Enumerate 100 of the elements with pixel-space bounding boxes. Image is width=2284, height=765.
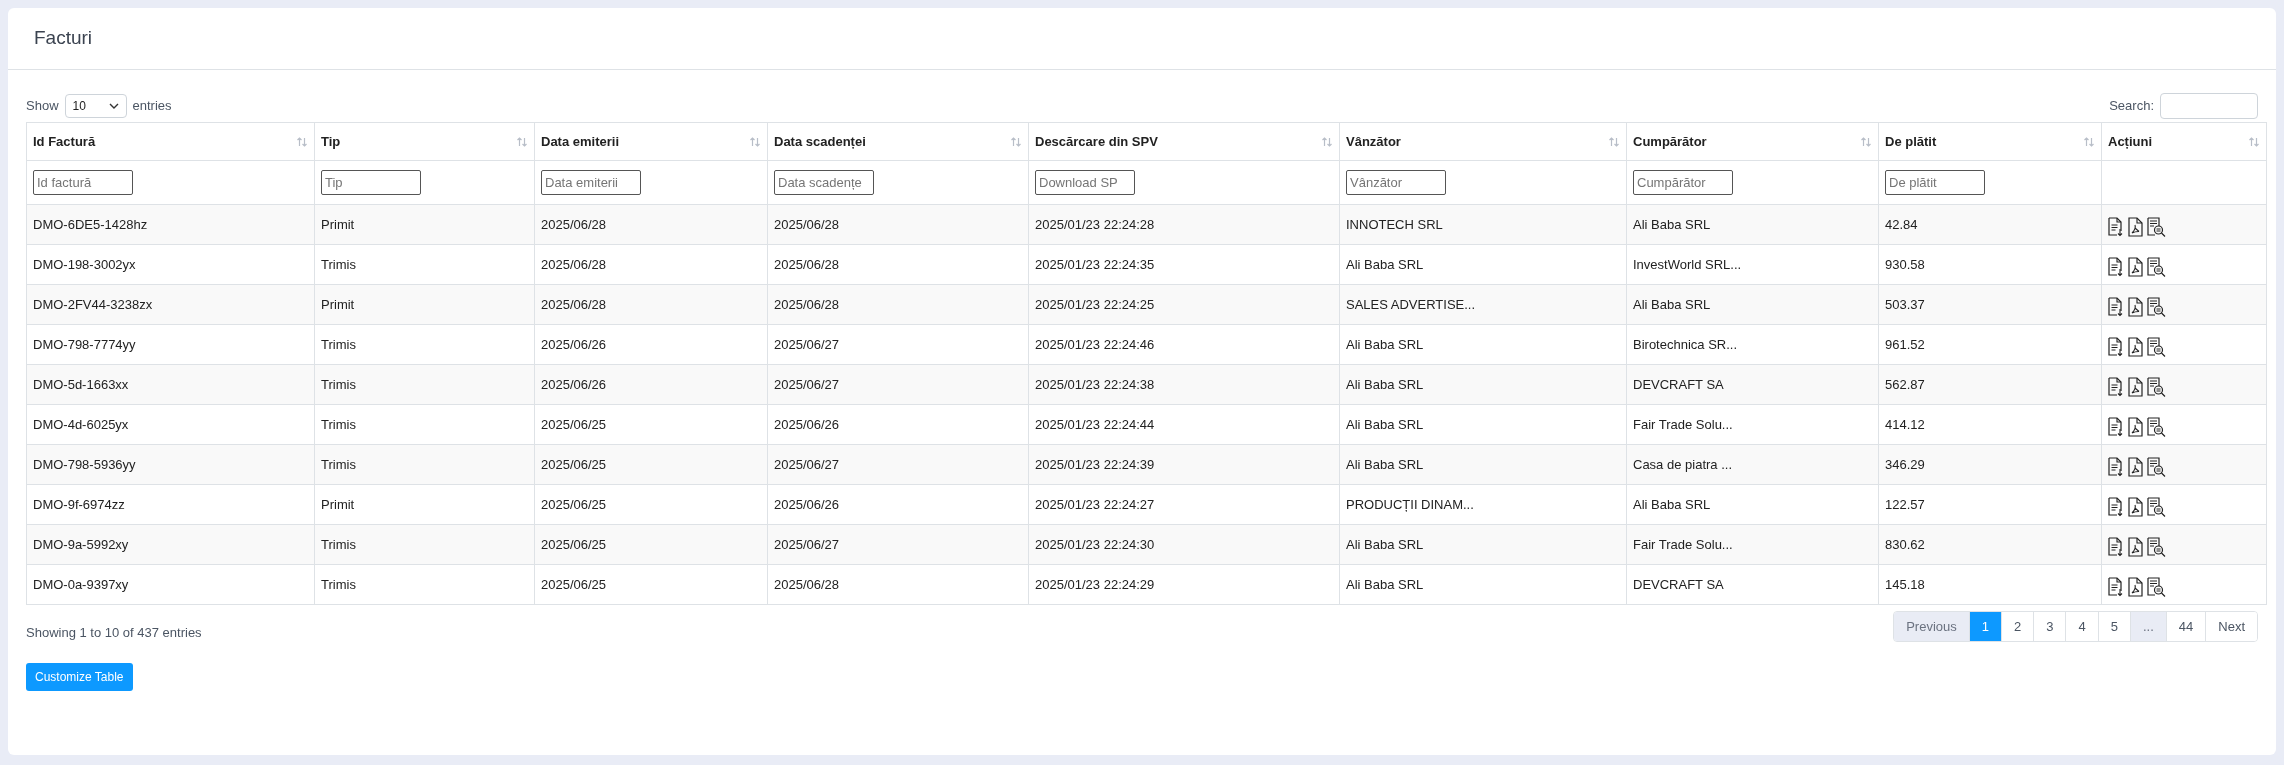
column-header[interactable]: Vânzător — [1339, 122, 1627, 161]
table-cell: 2025/06/26 — [541, 376, 607, 392]
table-cell: 2025/06/27 — [774, 456, 840, 472]
document-download-icon[interactable] — [2108, 456, 2124, 477]
pdf-file-icon[interactable] — [2128, 536, 2143, 557]
pdf-file-icon[interactable] — [2128, 376, 2143, 397]
table-cell: 414.12 — [1885, 416, 1925, 432]
document-search-icon[interactable] — [2147, 216, 2166, 237]
table-cell: DMO-6DE5-1428hz — [33, 216, 148, 232]
pdf-file-icon[interactable] — [2128, 456, 2143, 477]
pagination-button[interactable]: Next — [2205, 612, 2257, 641]
table-cell: DMO-9a-5992xy — [33, 536, 129, 552]
filter-field[interactable]: Cumpărător — [1633, 170, 1733, 195]
table-cell: Ali Baba SRL — [1346, 416, 1424, 432]
pdf-file-icon[interactable] — [2128, 496, 2143, 517]
pdf-file-icon[interactable] — [2128, 576, 2143, 597]
document-download-icon[interactable] — [2108, 216, 2124, 237]
document-download-icon[interactable] — [2108, 576, 2124, 597]
table-cell: Ali Baba SRL — [1346, 576, 1424, 592]
table-cell: 2025/01/23 22:24:29 — [1035, 576, 1155, 592]
table-cell: Ali Baba SRL — [1346, 376, 1424, 392]
table-cell: DMO-798-7774yy — [33, 336, 136, 352]
table-cell: 2025/06/28 — [774, 296, 840, 312]
table-cell: 2025/01/23 22:24:35 — [1035, 256, 1155, 272]
filter-field[interactable]: Data scadențe — [774, 170, 874, 195]
table-cell: Trimis — [321, 336, 356, 352]
sort-icon — [2248, 135, 2260, 148]
table-cell: 2025/01/23 22:24:46 — [1035, 336, 1155, 352]
table-cell: 2025/06/28 — [541, 216, 607, 232]
column-header[interactable]: De plătit — [1878, 122, 2102, 161]
filter-field[interactable]: Id factură — [33, 170, 133, 195]
table-cell: 2025/06/28 — [774, 576, 840, 592]
document-search-icon[interactable] — [2147, 456, 2166, 477]
table-cell: Trimis — [321, 576, 356, 592]
table-cell: DEVCRAFT SA — [1633, 376, 1724, 392]
pdf-file-icon[interactable] — [2128, 336, 2143, 357]
entries-label: entries — [132, 97, 172, 116]
pdf-file-icon[interactable] — [2128, 296, 2143, 317]
document-download-icon[interactable] — [2108, 536, 2124, 557]
pdf-file-icon[interactable] — [2128, 416, 2143, 437]
table-cell: DMO-0a-9397xy — [33, 576, 129, 592]
table-cell: Trimis — [321, 256, 356, 272]
table-cell: 2025/06/25 — [541, 456, 607, 472]
table-cell: Fair Trade Solu... — [1633, 536, 1733, 552]
column-header[interactable]: Data emiterii — [534, 122, 768, 161]
search-field[interactable] — [2160, 93, 2258, 119]
document-download-icon[interactable] — [2108, 256, 2124, 277]
table-cell: InvestWorld SRL... — [1633, 256, 1742, 272]
table-cell: 2025/06/25 — [541, 496, 607, 512]
table-cell: INNOTECH SRL — [1346, 216, 1443, 232]
table-cell: 2025/01/23 22:24:27 — [1035, 496, 1155, 512]
column-header[interactable]: Tip — [314, 122, 535, 161]
filter-field[interactable]: Data emiterii — [541, 170, 641, 195]
table-cell: DMO-5d-1663xx — [33, 376, 129, 392]
entries-select[interactable]: 10 — [64, 94, 127, 118]
table-cell: DMO-2FV44-3238zx — [33, 296, 153, 312]
table-cell: 122.57 — [1885, 496, 1925, 512]
table-cell: 2025/01/23 22:24:28 — [1035, 216, 1155, 232]
document-search-icon[interactable] — [2147, 336, 2166, 357]
document-search-icon[interactable] — [2147, 536, 2166, 557]
table-cell: 2025/06/25 — [541, 536, 607, 552]
column-header[interactable]: Acțiuni — [2101, 122, 2267, 161]
document-search-icon[interactable] — [2147, 296, 2166, 317]
document-search-icon[interactable] — [2147, 496, 2166, 517]
table-cell: Birotechnica SR... — [1633, 336, 1738, 352]
pdf-file-icon[interactable] — [2128, 216, 2143, 237]
table-info: Showing 1 to 10 of 437 entries — [26, 624, 202, 642]
document-search-icon[interactable] — [2147, 576, 2166, 597]
table-cell: Trimis — [321, 416, 356, 432]
column-header[interactable]: Data scadenței — [767, 122, 1029, 161]
column-header[interactable]: Id Factură — [26, 122, 315, 161]
column-header[interactable]: Cumpărător — [1626, 122, 1879, 161]
table-cell: DMO-4d-6025yx — [33, 416, 129, 432]
table-cell: Fair Trade Solu... — [1633, 416, 1733, 432]
table-cell: 2025/06/28 — [541, 296, 607, 312]
document-search-icon[interactable] — [2147, 376, 2166, 397]
filter-field[interactable]: De plătit — [1885, 170, 1985, 195]
sort-icon — [1321, 135, 1333, 148]
sort-icon — [749, 135, 761, 148]
chevron-down-icon — [108, 103, 119, 109]
document-download-icon[interactable] — [2108, 376, 2124, 397]
document-search-icon[interactable] — [2147, 256, 2166, 277]
filter-field[interactable]: Tip — [321, 170, 421, 195]
table-cell: 2025/06/28 — [541, 256, 607, 272]
document-download-icon[interactable] — [2108, 496, 2124, 517]
filter-field[interactable]: Download SP — [1035, 170, 1135, 195]
column-header[interactable]: Descărcare din SPV — [1028, 122, 1340, 161]
sort-icon — [516, 135, 528, 148]
table-cell: 2025/06/28 — [774, 256, 840, 272]
table-cell: Ali Baba SRL — [1633, 496, 1711, 512]
document-download-icon[interactable] — [2108, 416, 2124, 437]
table-cell: DMO-9f-6974zz — [33, 496, 125, 512]
pdf-file-icon[interactable] — [2128, 256, 2143, 277]
document-download-icon[interactable] — [2108, 296, 2124, 317]
document-search-icon[interactable] — [2147, 416, 2166, 437]
table-cell: 2025/06/27 — [774, 376, 840, 392]
document-download-icon[interactable] — [2108, 336, 2124, 357]
table-cell: 562.87 — [1885, 376, 1925, 392]
filter-field[interactable]: Vânzător — [1346, 170, 1446, 195]
table-cell: 930.58 — [1885, 256, 1925, 272]
